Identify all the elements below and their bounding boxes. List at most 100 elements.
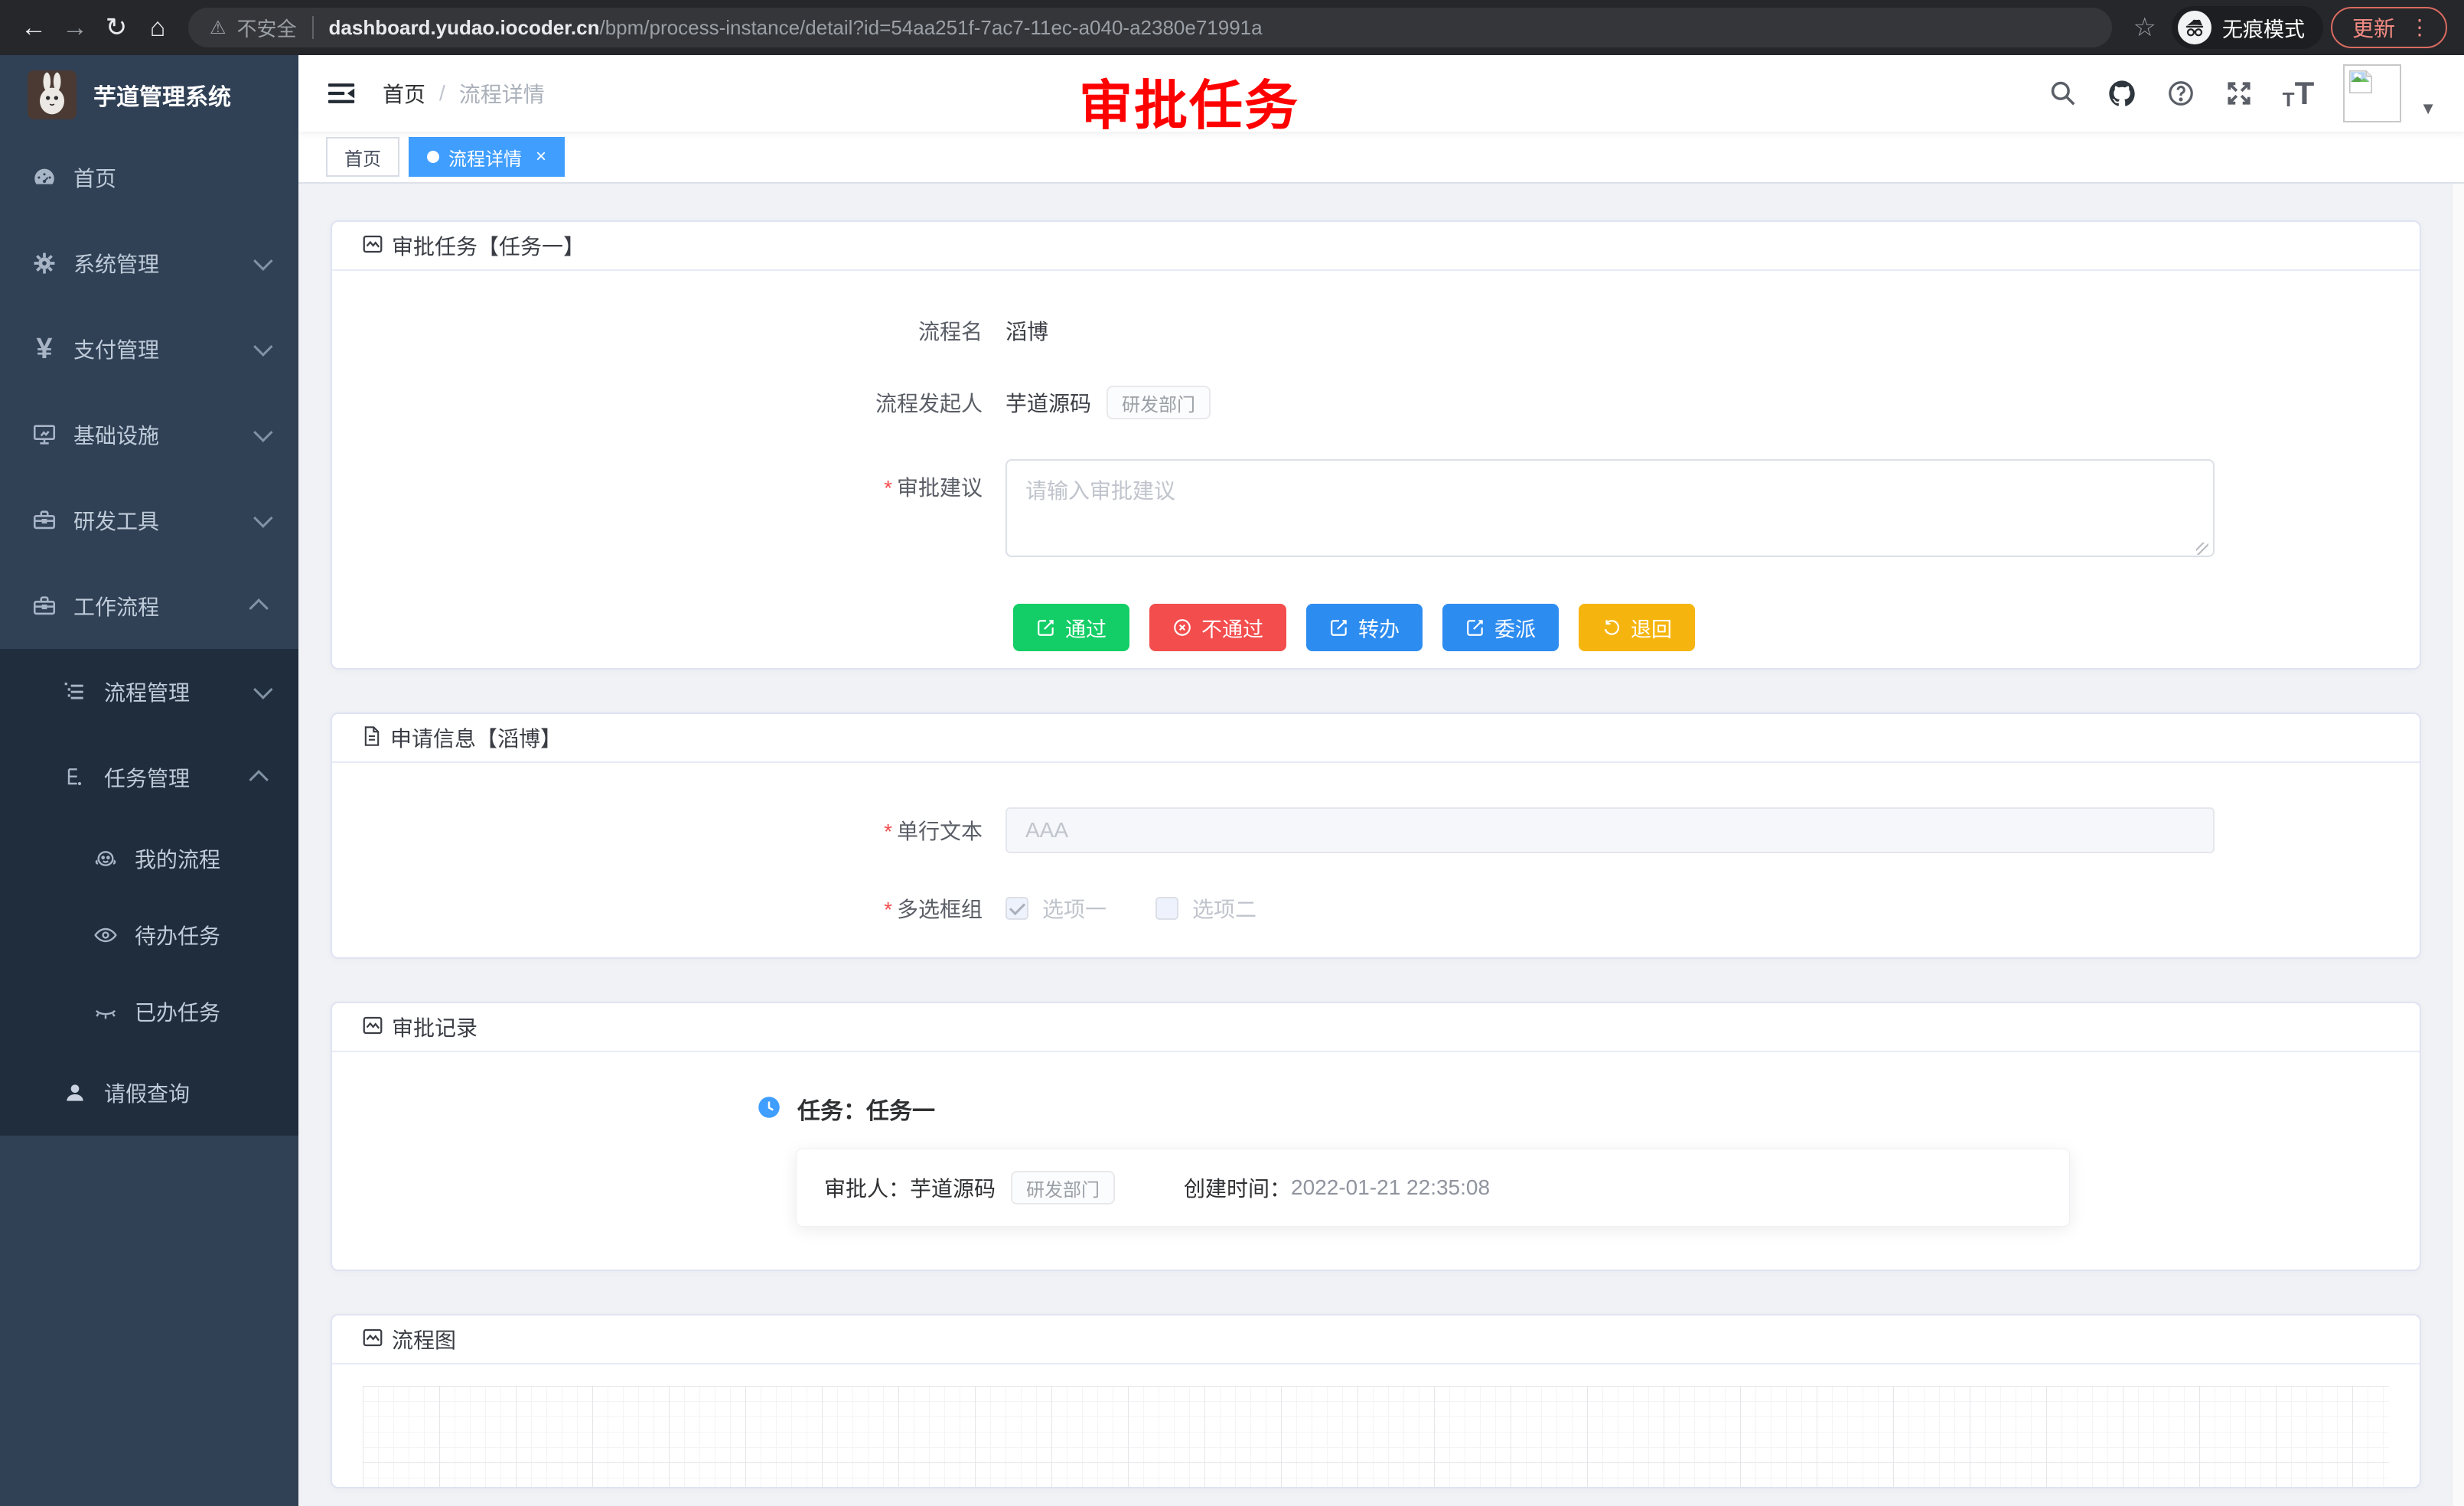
card-header: 流程图 (332, 1315, 2420, 1364)
forward-icon[interactable]: → (58, 11, 92, 44)
sidebar-item-workflow[interactable]: 工作流程 (0, 563, 298, 649)
card-header: 审批记录 (332, 1003, 2420, 1052)
sidebar-item-devtools[interactable]: 研发工具 (0, 478, 298, 563)
advice-label: *审批建议 (332, 459, 1005, 502)
back-icon[interactable]: ← (17, 11, 51, 44)
reject-button[interactable]: 不通过 (1149, 604, 1286, 651)
sidebar-item-system[interactable]: 系统管理 (0, 220, 298, 306)
tabs-bar: 首页 流程详情 × (298, 132, 2464, 184)
document-icon (361, 725, 383, 751)
sidebar-item-label: 工作流程 (73, 591, 254, 621)
advice-textarea[interactable] (1005, 459, 2215, 557)
chevron-down-icon (253, 680, 272, 699)
reload-icon[interactable]: ↻ (99, 11, 133, 44)
transfer-button[interactable]: 转办 (1306, 604, 1423, 651)
fullscreen-icon[interactable] (2224, 79, 2254, 108)
incognito-icon (2178, 11, 2211, 44)
dept-tag: 研发部门 (1011, 1171, 1115, 1204)
browser-toolbar: ← → ↻ ⌂ ⚠ 不安全 dashboard.yudao.iocoder.cn… (0, 0, 2464, 55)
update-button[interactable]: 更新 ⋮ (2331, 7, 2447, 48)
sidebar-item-label: 首页 (73, 162, 268, 193)
sidebar: 芋道管理系统 首页 系统管理 ¥ 支付管理 基础设施 (0, 55, 298, 1506)
breadcrumb-separator: / (439, 81, 445, 106)
sidebar-item-task-mgmt[interactable]: 任务管理 (0, 735, 298, 820)
checkbox-group-label: *多选框组 (332, 893, 1005, 924)
tab-process-detail[interactable]: 流程详情 × (409, 137, 565, 177)
action-buttons: 通过 不通过 转办 委派 (1013, 604, 2420, 651)
face-icon (89, 846, 122, 871)
button-label: 委派 (1494, 613, 1536, 643)
bookmark-star-icon[interactable]: ☆ (2126, 12, 2164, 43)
sidebar-item-done-tasks[interactable]: 已办任务 (0, 973, 298, 1050)
chevron-down-icon (253, 337, 272, 356)
sidebar-item-my-process[interactable]: 我的流程 (0, 820, 298, 897)
home-icon[interactable]: ⌂ (141, 11, 174, 44)
required-asterisk: * (884, 898, 892, 921)
bpmn-canvas[interactable] (363, 1386, 2389, 1487)
close-tab-icon[interactable]: × (536, 146, 546, 168)
process-name-label: 流程名 (332, 315, 1005, 346)
sidebar-item-todo-tasks[interactable]: 待办任务 (0, 897, 298, 973)
sidebar-menu: 首页 系统管理 ¥ 支付管理 基础设施 研发工具 (0, 135, 298, 1136)
avatar[interactable] (2343, 64, 2401, 122)
breadcrumb-current: 流程详情 (459, 78, 545, 109)
picture-outline-icon (361, 1326, 384, 1353)
sidebar-item-payment[interactable]: ¥ 支付管理 (0, 306, 298, 392)
font-size-icon[interactable]: TT (2283, 77, 2315, 109)
github-icon[interactable] (2107, 78, 2137, 109)
update-label: 更新 (2352, 12, 2395, 43)
help-icon[interactable] (2166, 79, 2195, 108)
browser-menu-icon[interactable]: ⋮ (2409, 17, 2430, 38)
avatar-dropdown-caret-icon[interactable]: ▼ (2420, 99, 2436, 119)
sidebar-item-infrastructure[interactable]: 基础设施 (0, 392, 298, 478)
button-label: 转办 (1358, 613, 1400, 643)
search-icon[interactable] (2048, 79, 2078, 108)
button-label: 不通过 (1201, 613, 1263, 643)
delegate-button[interactable]: 委派 (1442, 604, 1559, 651)
page-scrollbar[interactable] (2452, 184, 2464, 1506)
tab-label: 流程详情 (448, 144, 522, 171)
address-bar[interactable]: ⚠ 不安全 dashboard.yudao.iocoder.cn/bpm/pro… (188, 8, 2112, 47)
process-name-value: 滔博 (1005, 315, 1048, 346)
sidebar-item-label: 系统管理 (73, 248, 254, 279)
not-secure-label: 不安全 (237, 14, 297, 42)
application-info-card: 申请信息【滔博】 *单行文本 *多选框组 选项一 (331, 712, 2421, 959)
tab-label: 首页 (344, 144, 381, 171)
font-size-big-glyph: T (2295, 77, 2315, 109)
incognito-badge: 无痕模式 (2172, 6, 2323, 49)
toolbox-icon (28, 507, 61, 533)
list-icon (58, 680, 92, 704)
text-field-row: *单行文本 (332, 807, 2420, 853)
created-value: 2022-01-21 22:35:08 (1291, 1175, 1490, 1200)
gear-icon (28, 250, 61, 276)
text-field-label: *单行文本 (332, 815, 1005, 846)
collapse-sidebar-icon[interactable] (326, 80, 357, 107)
tab-home[interactable]: 首页 (326, 137, 399, 177)
picture-outline-icon (361, 233, 384, 259)
approve-button[interactable]: 通过 (1013, 604, 1129, 651)
single-line-text-input (1005, 807, 2215, 853)
breadcrumb-home[interactable]: 首页 (383, 78, 425, 109)
checkbox-label: 选项二 (1192, 893, 1256, 924)
app-title: 芋道管理系统 (93, 78, 231, 112)
tree-icon (58, 765, 92, 790)
approval-task-card: 审批任务【任务一】 流程名 滔博 流程发起人 芋道源码 研发部门 (331, 220, 2421, 670)
checkbox-checked-icon (1005, 897, 1028, 920)
app-logo-row[interactable]: 芋道管理系统 (0, 55, 298, 135)
sidebar-item-label: 支付管理 (73, 334, 254, 364)
checkbox-option1: 选项一 (1005, 893, 1107, 924)
incognito-label: 无痕模式 (2222, 13, 2305, 43)
not-secure-icon: ⚠ (210, 17, 227, 39)
sidebar-item-leave-query[interactable]: 请假查询 (0, 1050, 298, 1136)
sidebar-item-home[interactable]: 首页 (0, 135, 298, 220)
url-path: /bpm/process-instance/detail?id=54aa251f… (600, 16, 1263, 39)
advice-row: *审批建议 (332, 459, 2420, 561)
sidebar-item-process-mgmt[interactable]: 流程管理 (0, 649, 298, 735)
red-annotation-text: 审批任务 (1079, 63, 1299, 140)
page-header: 首页 / 流程详情 审批任务 TT ▼ (298, 55, 2464, 132)
card-header: 申请信息【滔博】 (332, 714, 2420, 763)
user-icon (58, 1081, 92, 1105)
return-button[interactable]: 退回 (1579, 604, 1695, 651)
yen-icon: ¥ (28, 333, 61, 366)
created-label: 创建时间： (1184, 1172, 1291, 1203)
